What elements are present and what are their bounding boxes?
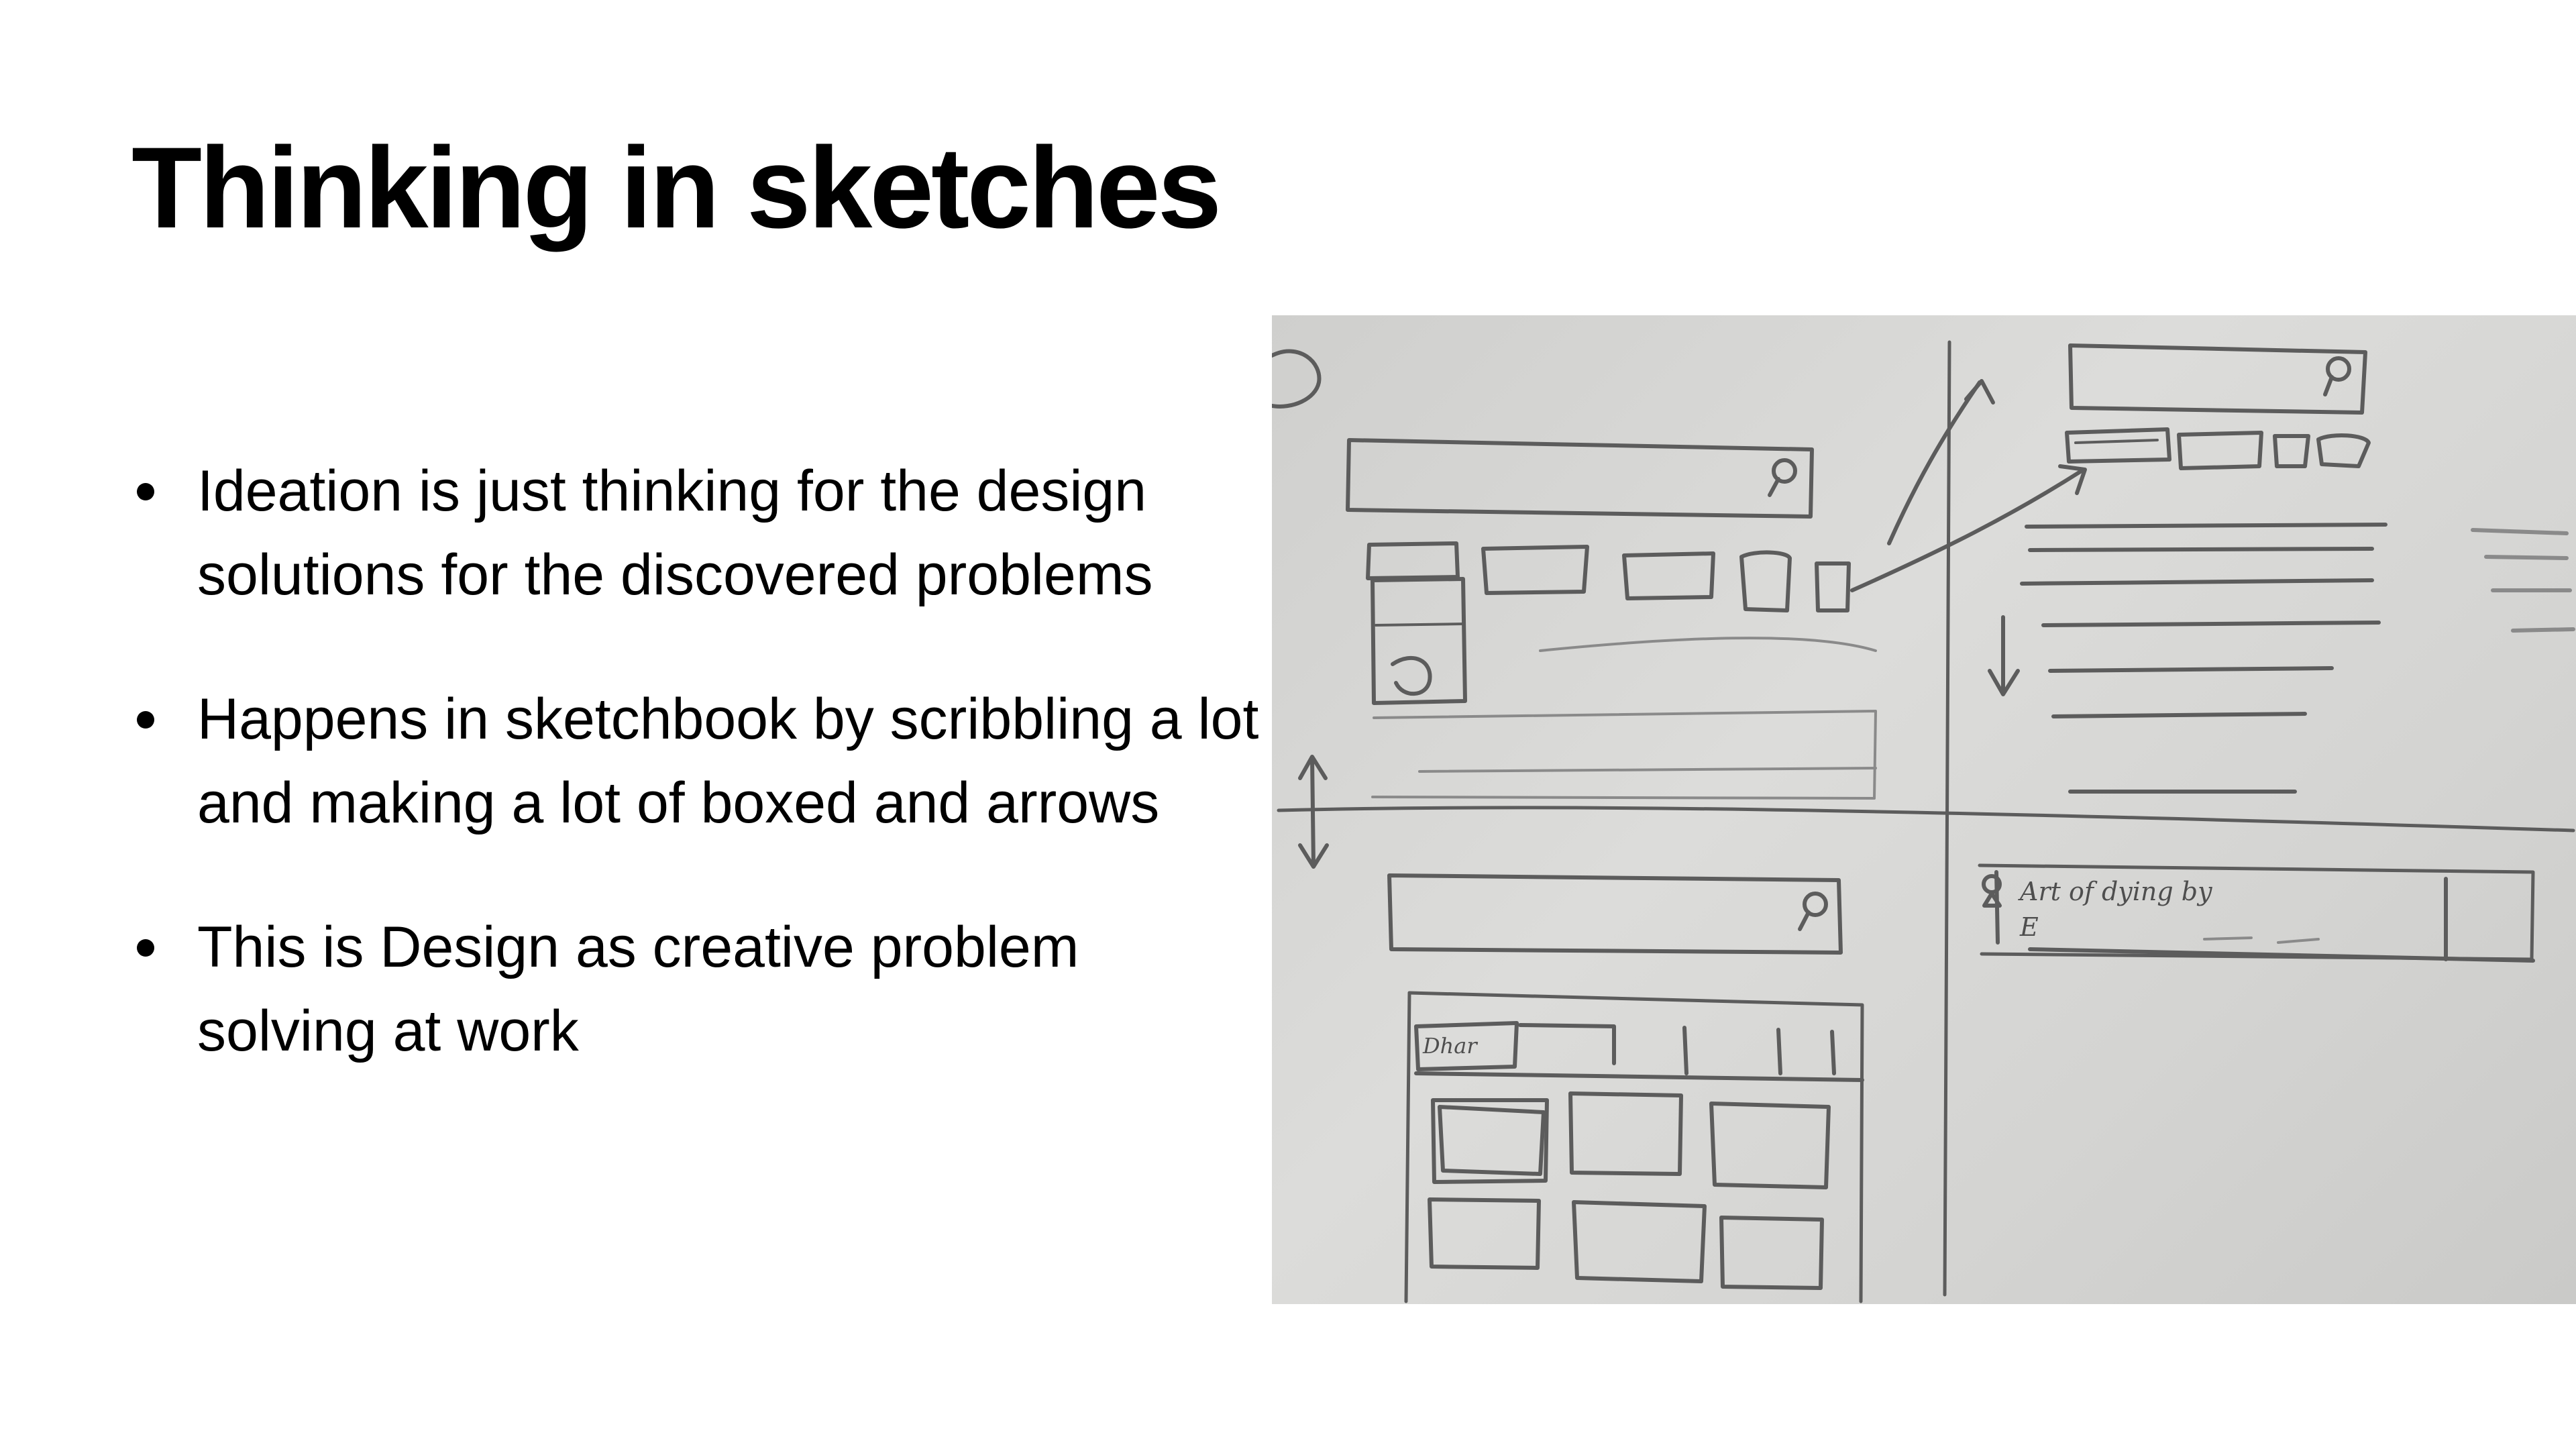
bullet-text: This is Design as creative problem solvi… bbox=[197, 915, 1079, 1063]
bullet-icon bbox=[137, 939, 154, 957]
bullet-item: Happens in sketchbook by scribbling a lo… bbox=[131, 678, 1272, 845]
svg-text:Dhar: Dhar bbox=[1422, 1033, 1478, 1059]
bullet-icon bbox=[137, 483, 154, 500]
sketch-photo: Art of dying by E Dhar bbox=[1272, 315, 2576, 1304]
bullet-text: Happens in sketchbook by scribbling a lo… bbox=[197, 687, 1259, 835]
slide: Thinking in sketches Ideation is just th… bbox=[0, 0, 2576, 1449]
bullet-item: This is Design as creative problem solvi… bbox=[131, 906, 1272, 1073]
bullet-item: Ideation is just thinking for the design… bbox=[131, 449, 1272, 617]
sketch-handwriting: Art of dying by bbox=[2018, 877, 2212, 906]
slide-title: Thinking in sketches bbox=[131, 123, 1222, 252]
bullet-icon bbox=[137, 711, 154, 729]
sketch-handwriting: E bbox=[2019, 912, 2039, 942]
pencil-sketch-drawing: Art of dying by E Dhar bbox=[1272, 340, 2575, 1303]
bullet-text: Ideation is just thinking for the design… bbox=[197, 459, 1153, 607]
bullet-list: Ideation is just thinking for the design… bbox=[131, 449, 1272, 1134]
